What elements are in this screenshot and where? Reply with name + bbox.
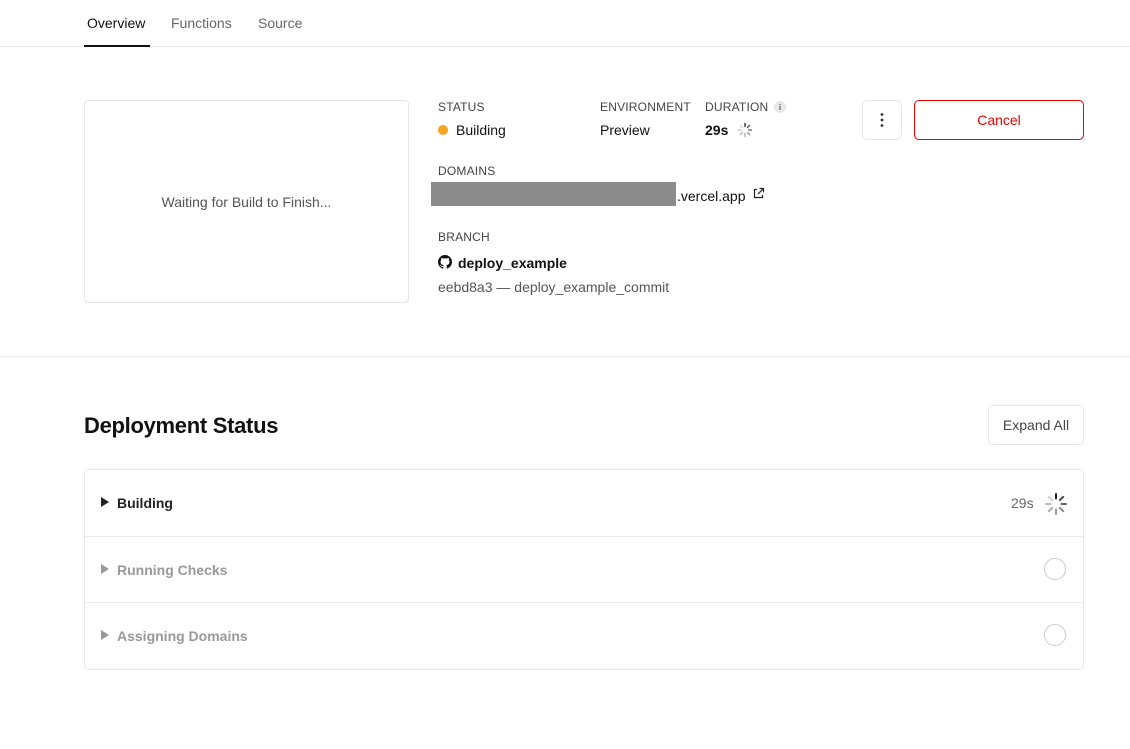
branch-label: BRANCH [438,230,490,244]
tab-functions[interactable]: Functions [171,15,232,31]
expand-all-button[interactable]: Expand All [988,405,1084,445]
step-label: Running Checks [117,562,228,578]
domain-link[interactable]: .vercel.app [677,188,745,204]
environment-value: Preview [600,122,650,138]
step-duration: 29s [1011,495,1034,511]
status-label: STATUS [438,100,485,114]
caret-right-icon [101,630,109,640]
loading-spinner-icon [1045,493,1067,515]
duration-value: 29s [705,122,729,138]
more-options-button[interactable] [862,100,902,140]
step-building[interactable]: Building 29s [85,470,1083,537]
tab-source[interactable]: Source [258,15,302,31]
cancel-button[interactable]: Cancel [914,100,1084,140]
external-link-icon[interactable] [752,187,765,200]
pending-circle-icon [1044,624,1066,646]
deployment-steps-list: Building 29s Running Checks Assigning Do… [84,469,1084,670]
caret-right-icon [101,497,109,507]
tab-overview[interactable]: Overview [87,15,145,31]
commit-message[interactable]: eebd8a3 — deploy_example_commit [438,279,669,295]
step-running-checks[interactable]: Running Checks [85,537,1083,603]
status-value: Building [456,122,506,138]
step-label: Building [117,495,173,511]
active-tab-indicator [84,45,150,47]
step-assigning-domains[interactable]: Assigning Domains [85,603,1083,669]
preview-waiting-text: Waiting for Build to Finish... [161,193,332,210]
caret-right-icon [101,564,109,574]
kebab-vertical-icon [880,113,884,127]
section-divider [0,356,1130,357]
domains-label: DOMAINS [438,164,496,178]
deployment-preview: Waiting for Build to Finish... [84,100,409,303]
info-icon[interactable] [774,101,786,113]
redacted-domain [431,182,676,206]
deployment-status-title: Deployment Status [84,413,279,438]
step-label: Assigning Domains [117,628,248,644]
status-dot-icon [438,125,448,135]
branch-name[interactable]: deploy_example [458,255,567,271]
loading-spinner-icon [737,122,753,138]
github-icon [438,255,452,269]
pending-circle-icon [1044,558,1066,580]
tab-bar: Overview Functions Source [0,0,1130,47]
environment-label: ENVIRONMENT [600,100,691,114]
duration-label: DURATION [705,100,769,114]
